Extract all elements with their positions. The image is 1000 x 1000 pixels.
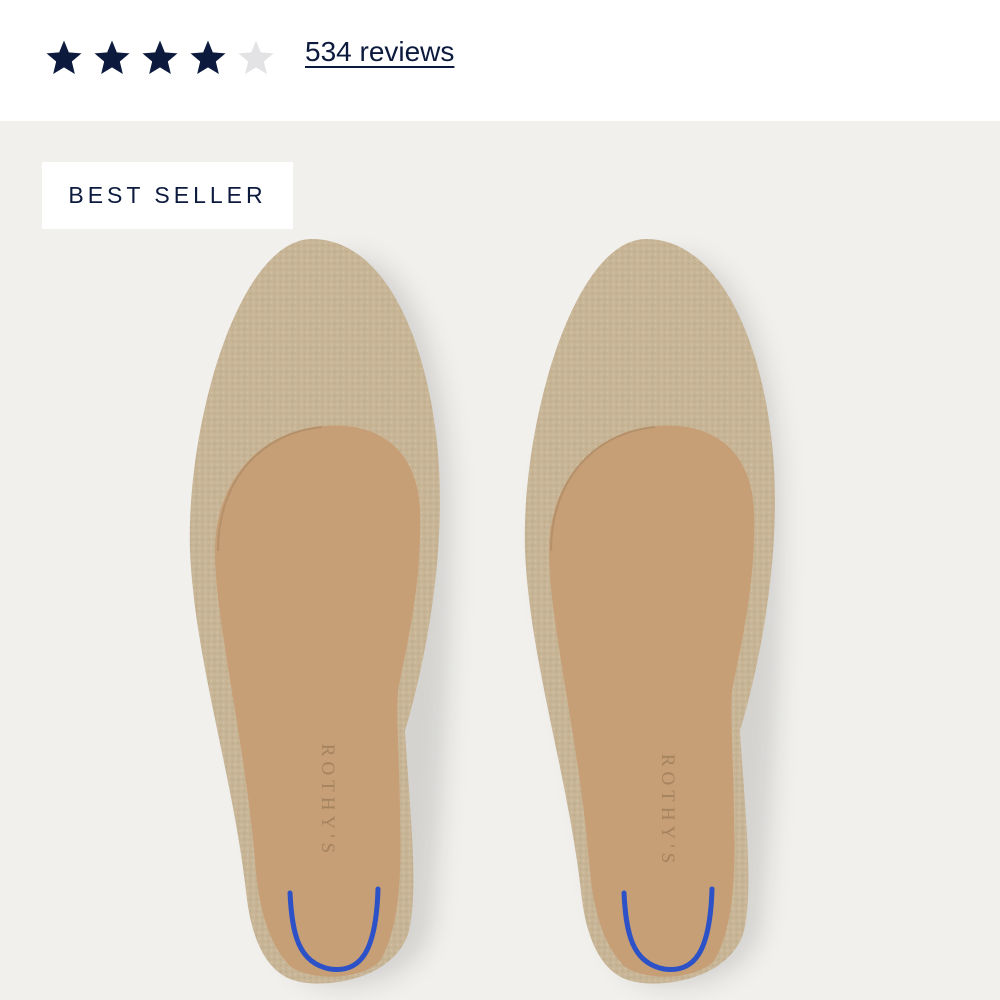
star-icon	[94, 40, 130, 74]
best-seller-badge: BEST SELLER	[42, 162, 293, 229]
right-brand-imprint: ROTHY'S	[657, 754, 678, 868]
rating-row: 534 reviews	[0, 0, 1000, 121]
shoes-illustration: ROTHY'S ROTHY'S	[189, 239, 782, 987]
badge-label: BEST SELLER	[68, 182, 267, 208]
star-icon	[238, 40, 274, 74]
product-image[interactable]: ROTHY'S ROTHY'S BEST SELLER	[0, 121, 1000, 1000]
star-icon	[142, 40, 178, 74]
star-icon	[46, 40, 82, 74]
star-icon	[190, 40, 226, 74]
svg-text:ROTHY'S: ROTHY'S	[317, 744, 338, 858]
reviews-link[interactable]: 534 reviews	[305, 36, 454, 68]
left-shoe: ROTHY'S	[189, 239, 452, 987]
star-rating	[44, 38, 276, 78]
svg-text:ROTHY'S: ROTHY'S	[657, 754, 678, 868]
right-shoe: ROTHY'S	[524, 239, 782, 987]
left-brand-imprint: ROTHY'S	[317, 744, 338, 858]
